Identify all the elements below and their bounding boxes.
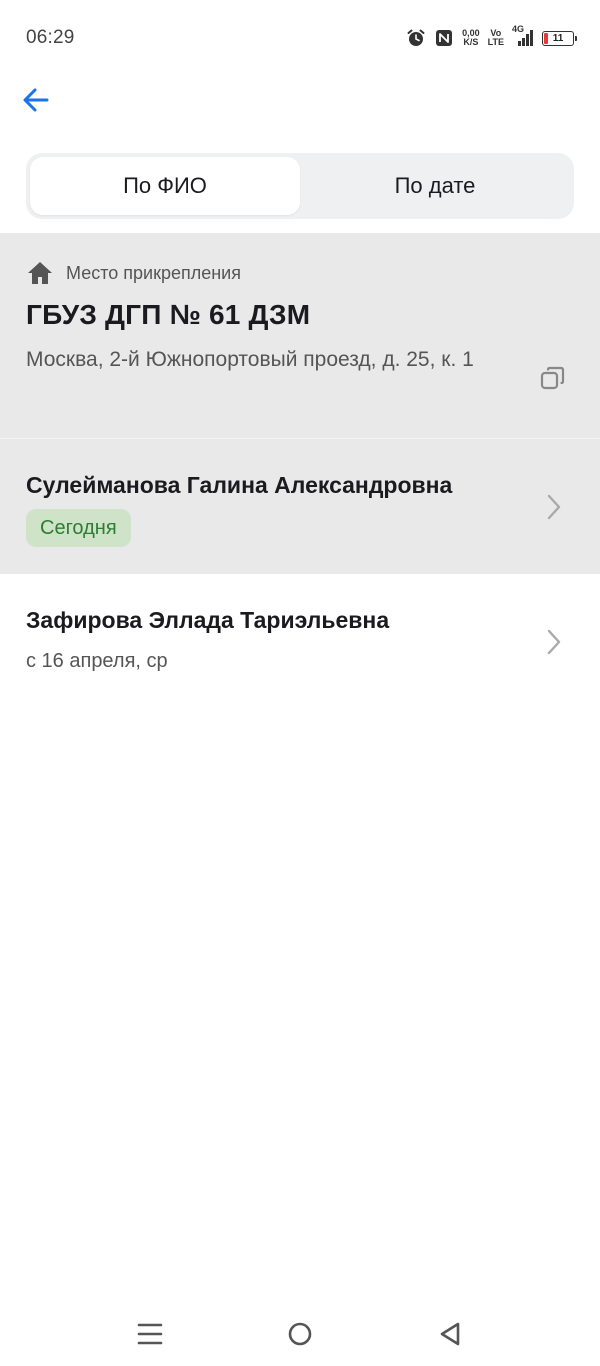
attachment-label: Место прикрепления [66,262,241,283]
chevron-right-icon [546,492,562,522]
clinic-address: Москва, 2-й Южнопортовый проезд, д. 25, … [26,348,474,371]
copy-icon [540,366,565,390]
doctor-row[interactable]: Сулейманова Галина Александровна Сегодня [0,438,600,574]
nav-back-button[interactable] [430,1314,470,1354]
network-type: 4G [512,24,525,34]
doctor-name: Сулейманова Галина Александровна [26,472,453,498]
clinic-name: ГБУЗ ДГП № 61 ДЗМ [26,299,311,330]
circle-home-icon [288,1322,312,1346]
arrow-left-icon [23,88,49,112]
net-speed: 0,00 K/S [462,29,480,47]
volte-bottom: LTE [487,37,504,47]
doctor-row[interactable]: Зафирова Эллада Тариэльевна с 16 апреля,… [0,574,600,710]
attachment-label-row: Место прикрепления [26,260,241,286]
battery-icon: 11 [542,30,577,46]
doctor-name: Зафирова Эллада Тариэльевна [26,607,390,633]
search-mode-tabs: По ФИО По дате [26,153,574,219]
status-bar: 06:29 0,00 K/S Vo LTE 4G 11 [0,0,600,76]
tab-by-date[interactable]: По дате [300,157,570,215]
alarm-icon [406,28,426,48]
net-speed-unit: K/S [463,37,479,47]
copy-address-button[interactable] [536,361,570,395]
menu-icon [137,1323,163,1345]
volte-indicator: Vo LTE [488,29,504,47]
nav-menu-button[interactable] [130,1314,170,1354]
status-icons: 0,00 K/S Vo LTE 4G 11 [406,24,577,48]
triangle-back-icon [440,1322,460,1346]
availability-date: с 16 апреля, ср [26,650,168,672]
home-icon [28,262,52,284]
availability-badge: Сегодня [26,509,131,547]
status-time: 06:29 [26,27,75,48]
battery-level [544,32,548,44]
nfc-icon [434,28,454,48]
battery-percent: 11 [552,32,564,44]
attachment-section: Место прикрепления ГБУЗ ДГП № 61 ДЗМ Мос… [0,233,600,438]
system-nav-bar [0,1300,600,1366]
chevron-right-icon [546,627,562,657]
tab-by-name[interactable]: По ФИО [30,157,300,215]
signal-icon: 4G [512,24,534,48]
nav-home-button[interactable] [280,1314,320,1354]
back-button[interactable] [18,82,54,118]
